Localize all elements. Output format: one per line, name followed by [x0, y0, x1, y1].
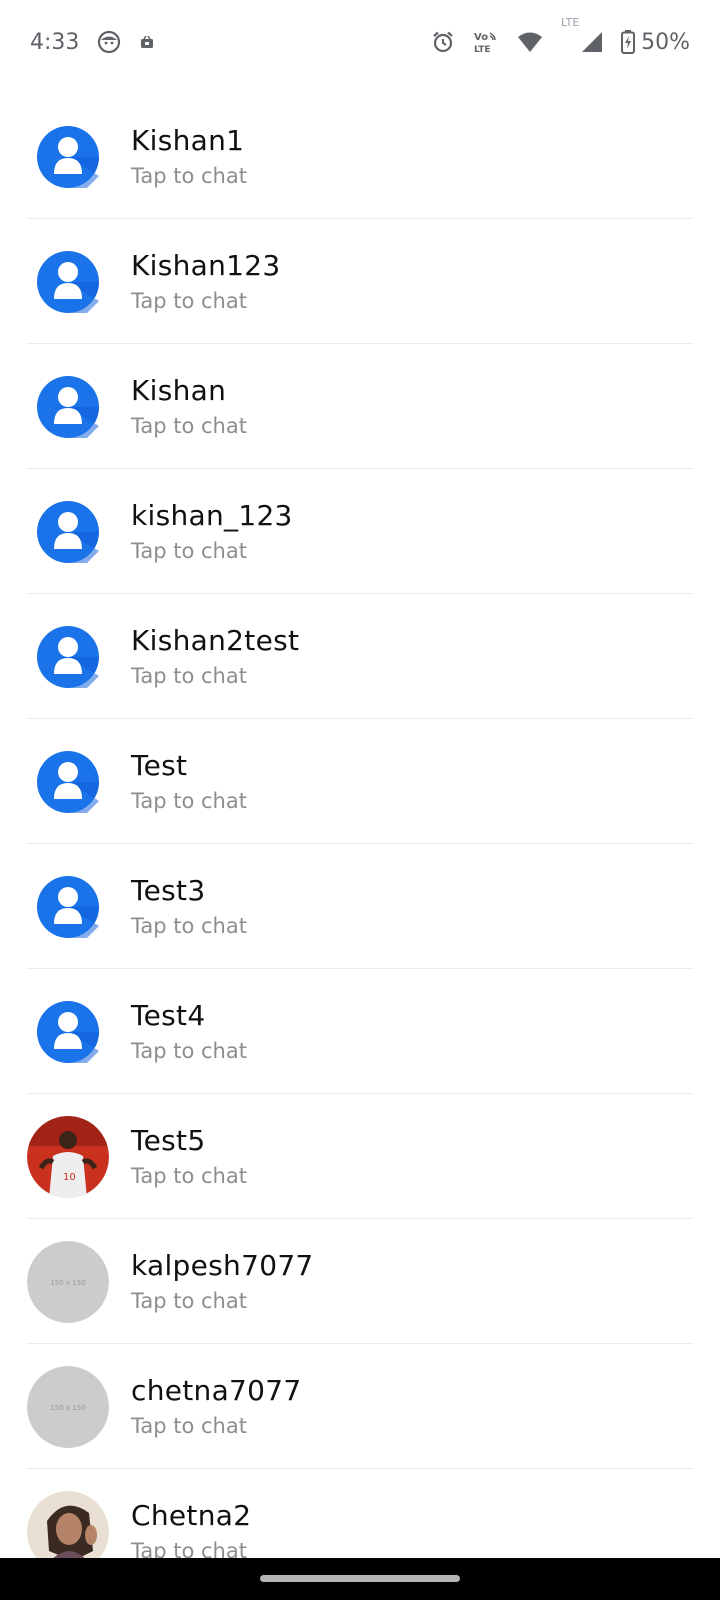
chat-name: Test: [131, 749, 188, 782]
chat-list-item-8[interactable]: 10 Test5 Tap to chat: [27, 1094, 693, 1219]
chat-subtitle: Tap to chat: [131, 1289, 247, 1313]
battery-percentage: 50%: [641, 29, 690, 55]
signal-icon: [581, 31, 603, 53]
volte-icon: Vo LTE: [473, 29, 499, 55]
chat-list-item-1[interactable]: Kishan123 Tap to chat: [27, 219, 693, 344]
wifi-icon: [517, 31, 543, 53]
status-bar: 4:33 Vo LTE LTE 50%: [0, 0, 720, 84]
chat-list-item-3[interactable]: kishan_123 Tap to chat: [27, 469, 693, 594]
chat-subtitle: Tap to chat: [131, 164, 247, 188]
chat-subtitle: Tap to chat: [131, 1164, 247, 1188]
chat-subtitle: Tap to chat: [131, 289, 247, 313]
chat-name: Chetna2: [131, 1499, 252, 1532]
status-right: Vo LTE LTE 50%: [431, 16, 690, 55]
chat-list-item-10[interactable]: 150 x 150 chetna7077 Tap to chat: [27, 1344, 693, 1469]
chat-name: Test4: [131, 999, 206, 1032]
default-person-icon: [27, 866, 109, 948]
default-person-icon: [27, 491, 109, 573]
default-person-icon: [27, 116, 109, 198]
lte-label: LTE: [561, 16, 579, 29]
status-time: 4:33: [30, 29, 80, 55]
chat-name: Kishan2test: [131, 624, 300, 657]
default-person-icon: [27, 366, 109, 448]
chat-list-item-2[interactable]: Kishan Tap to chat: [27, 344, 693, 469]
chat-name: Test5: [131, 1124, 206, 1157]
placeholder-label: 150 x 150: [50, 1279, 85, 1287]
chat-list-item-5[interactable]: Test Tap to chat: [27, 719, 693, 844]
chat-subtitle: Tap to chat: [131, 789, 247, 813]
chat-name: Kishan: [131, 374, 227, 407]
chat-list-item-0[interactable]: Kishan1 Tap to chat: [27, 94, 693, 219]
chat-subtitle: Tap to chat: [131, 664, 247, 688]
chat-list: Kishan1 Tap to chat Kishan123 Tap to cha…: [27, 94, 693, 1594]
chat-subtitle: Tap to chat: [131, 414, 247, 438]
chat-list-item-9[interactable]: 150 x 150 kalpesh7077 Tap to chat: [27, 1219, 693, 1344]
gesture-handle[interactable]: [260, 1575, 460, 1582]
lte-icon: LTE: [561, 15, 589, 29]
chat-subtitle: Tap to chat: [131, 914, 247, 938]
default-person-icon: [27, 741, 109, 823]
volte-label-top: Vo: [474, 32, 488, 43]
navigation-bar: [0, 1558, 720, 1600]
chat-list-item-6[interactable]: Test3 Tap to chat: [27, 844, 693, 969]
chat-subtitle: Tap to chat: [131, 1414, 247, 1438]
default-person-icon: [27, 991, 109, 1073]
avatar-placeholder-image: 150 x 150: [27, 1366, 109, 1448]
avatar-placeholder-image: 150 x 150: [27, 1241, 109, 1323]
chat-list-item-4[interactable]: Kishan2test Tap to chat: [27, 594, 693, 719]
placeholder-label: 150 x 150: [50, 1404, 85, 1412]
default-person-icon: [27, 616, 109, 698]
chat-name: Kishan1: [131, 124, 245, 157]
chat-name: kishan_123: [131, 499, 293, 532]
default-person-icon: [27, 241, 109, 323]
chat-name: Test3: [131, 874, 206, 907]
battery-icon: [621, 30, 636, 54]
chat-subtitle: Tap to chat: [131, 539, 247, 563]
chat-subtitle: Tap to chat: [131, 1039, 247, 1063]
status-left: 4:33: [30, 30, 155, 55]
chat-list-item-7[interactable]: Test4 Tap to chat: [27, 969, 693, 1094]
face-icon: [97, 30, 121, 54]
notification-icon: [139, 34, 155, 50]
chat-name: Kishan123: [131, 249, 281, 282]
svg-text:10: 10: [63, 1172, 76, 1183]
volte-label-bottom: LTE: [474, 45, 491, 55]
chat-name: chetna7077: [131, 1374, 302, 1407]
chat-name: kalpesh7077: [131, 1249, 314, 1282]
alarm-icon: [431, 30, 455, 54]
avatar-photo-basketball-player: 10: [27, 1116, 109, 1198]
